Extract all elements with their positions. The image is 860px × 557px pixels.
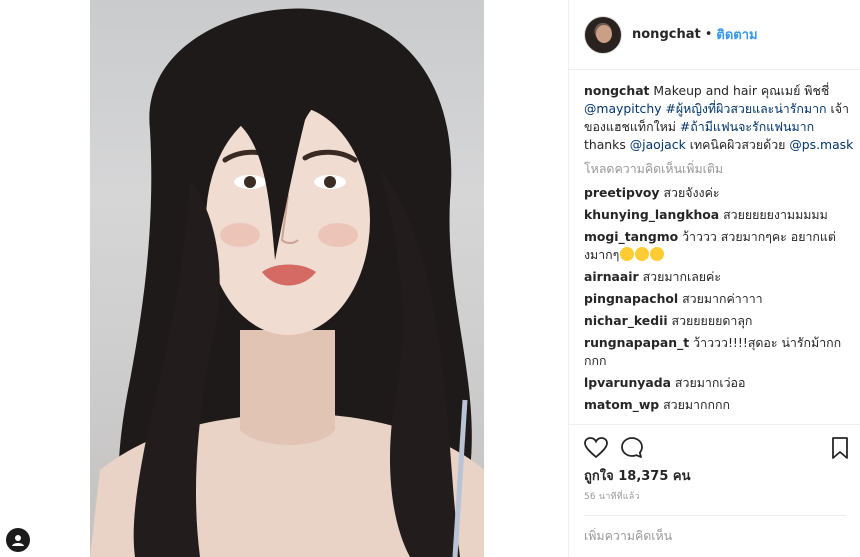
- caption-text: เทคนิคผิวสวยด้วย: [685, 137, 790, 152]
- comment-icon[interactable]: [619, 435, 645, 461]
- mention-link[interactable]: @jaojack: [630, 137, 686, 152]
- comment: matom_wp สวยมากกกก: [584, 396, 854, 414]
- heart-eyes-emoji: [620, 247, 635, 261]
- comment-text: สวยมากค่าาาา: [678, 291, 763, 306]
- post-side-panel: nongchat • ติดตาม nongchat Makeup and ha…: [568, 0, 860, 557]
- comment-username[interactable]: pingnapachol: [584, 291, 678, 306]
- comment-username[interactable]: matom_wp: [584, 397, 659, 412]
- comment-username[interactable]: khunying_langkhoa: [584, 207, 719, 222]
- post-header: nongchat • ติดตาม: [569, 0, 860, 70]
- heart-icon[interactable]: [583, 435, 609, 461]
- bookmark-icon[interactable]: [827, 435, 853, 461]
- comment-text: สวยมากเลยค่ะ: [638, 269, 722, 284]
- comment-username[interactable]: lpvarunyada: [584, 375, 671, 390]
- header-username[interactable]: nongchat: [632, 27, 701, 42]
- caption-text: Makeup and hair คุณเมย์ พิชชี่: [649, 83, 830, 98]
- add-comment-input[interactable]: [584, 528, 846, 543]
- comment-text: สวยจังงค่ะ: [659, 185, 720, 200]
- hashtag-link[interactable]: #ผู้หญิงที่ผิวสวยและน่ารักมาก: [666, 101, 827, 116]
- comment: rungnapapan_t ว้าววว!!!!สุดอะ น่ารักม้าก…: [584, 334, 854, 370]
- caption-username[interactable]: nongchat: [584, 83, 649, 98]
- heart-eyes-emoji: [635, 247, 650, 261]
- hashtag-link[interactable]: #ถ้ามีแฟนจะรักแฟนมาก: [680, 119, 814, 134]
- mention-link[interactable]: @ps.mask: [789, 137, 853, 152]
- post-timestamp[interactable]: 56 นาทีที่แล้ว: [584, 489, 640, 503]
- portrait-illustration: [90, 8, 484, 557]
- comment: preetipvoy สวยจังงค่ะ: [584, 184, 854, 202]
- comment: airnaair สวยมากเลยค่ะ: [584, 268, 854, 286]
- comment-username[interactable]: airnaair: [584, 269, 639, 284]
- comment-username[interactable]: preetipvoy: [584, 185, 660, 200]
- comment: nichar_kedii สวยยยยยดาลุก: [584, 312, 854, 330]
- caption-text: thanks: [584, 137, 630, 152]
- post-photo[interactable]: [90, 0, 484, 557]
- comment-text: สวยมากกกก: [659, 397, 730, 412]
- kissing-heart-emoji: [650, 247, 665, 261]
- load-more-comments[interactable]: โหลดความคิดเห็นเพิ่มเติม: [584, 160, 854, 178]
- comment: khunying_langkhoa สวยยยยยงามมมมม: [584, 206, 854, 224]
- comment: pingnapachol สวยมากค่าาาา: [584, 290, 854, 308]
- follow-button[interactable]: ติดตาม: [716, 24, 757, 45]
- user-tag-icon[interactable]: [6, 528, 30, 552]
- caption: nongchat Makeup and hair คุณเมย์ พิชชี่ …: [584, 82, 854, 154]
- mention-link[interactable]: @maypitchy: [584, 101, 662, 116]
- comments-list[interactable]: nongchat Makeup and hair คุณเมย์ พิชชี่ …: [584, 82, 854, 424]
- comment: lpvarunyada สวยมากเว่ออ: [584, 374, 854, 392]
- comment-text: สวยมากเว่ออ: [670, 375, 746, 390]
- likes-count[interactable]: ถูกใจ 18,375 คน: [584, 465, 691, 486]
- comment: mogi_tangmo ว้าววว สวยมากๆคะ อยากแต่งมาก…: [584, 228, 854, 264]
- action-icons: [583, 435, 851, 461]
- avatar[interactable]: [584, 15, 622, 54]
- comment-username[interactable]: nichar_kedii: [584, 313, 668, 328]
- add-comment-section: [584, 515, 846, 557]
- comment-username[interactable]: mogi_tangmo: [584, 229, 678, 244]
- header-separator: •: [704, 27, 713, 42]
- post-actions: ถูกใจ 18,375 คน 56 นาทีที่แล้ว: [569, 424, 860, 557]
- comment-text: สวยยยยยงามมมมม: [719, 207, 828, 222]
- comment-username[interactable]: rungnapapan_t: [584, 335, 689, 350]
- comment-text: สวยยยยยดาลุก: [667, 313, 753, 328]
